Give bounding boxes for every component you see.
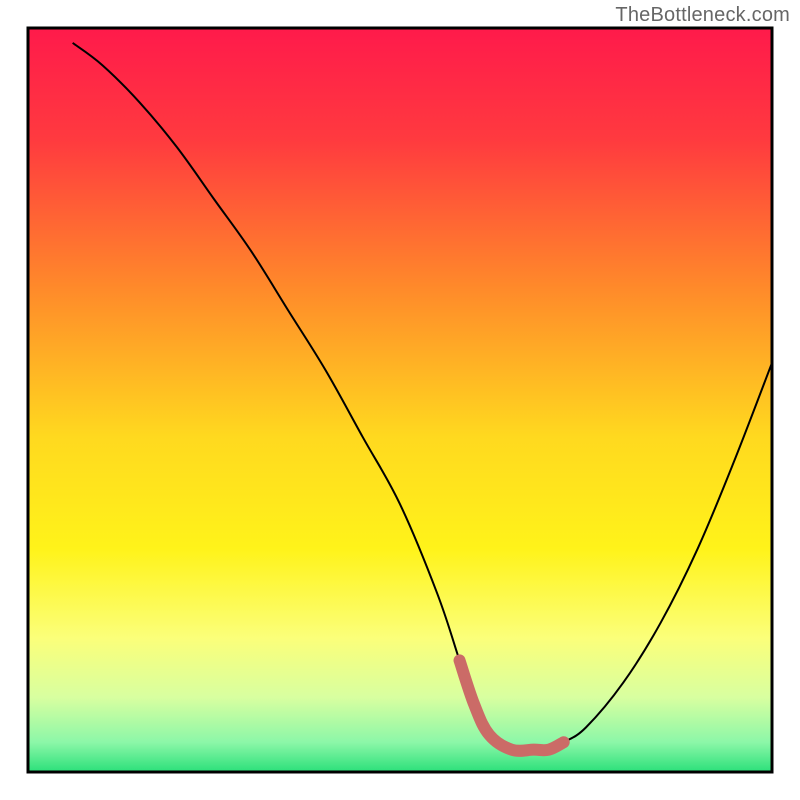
chart-svg xyxy=(0,0,800,800)
plot-background xyxy=(28,28,772,772)
bottleneck-chart: TheBottleneck.com xyxy=(0,0,800,800)
attribution-label: TheBottleneck.com xyxy=(615,4,790,27)
